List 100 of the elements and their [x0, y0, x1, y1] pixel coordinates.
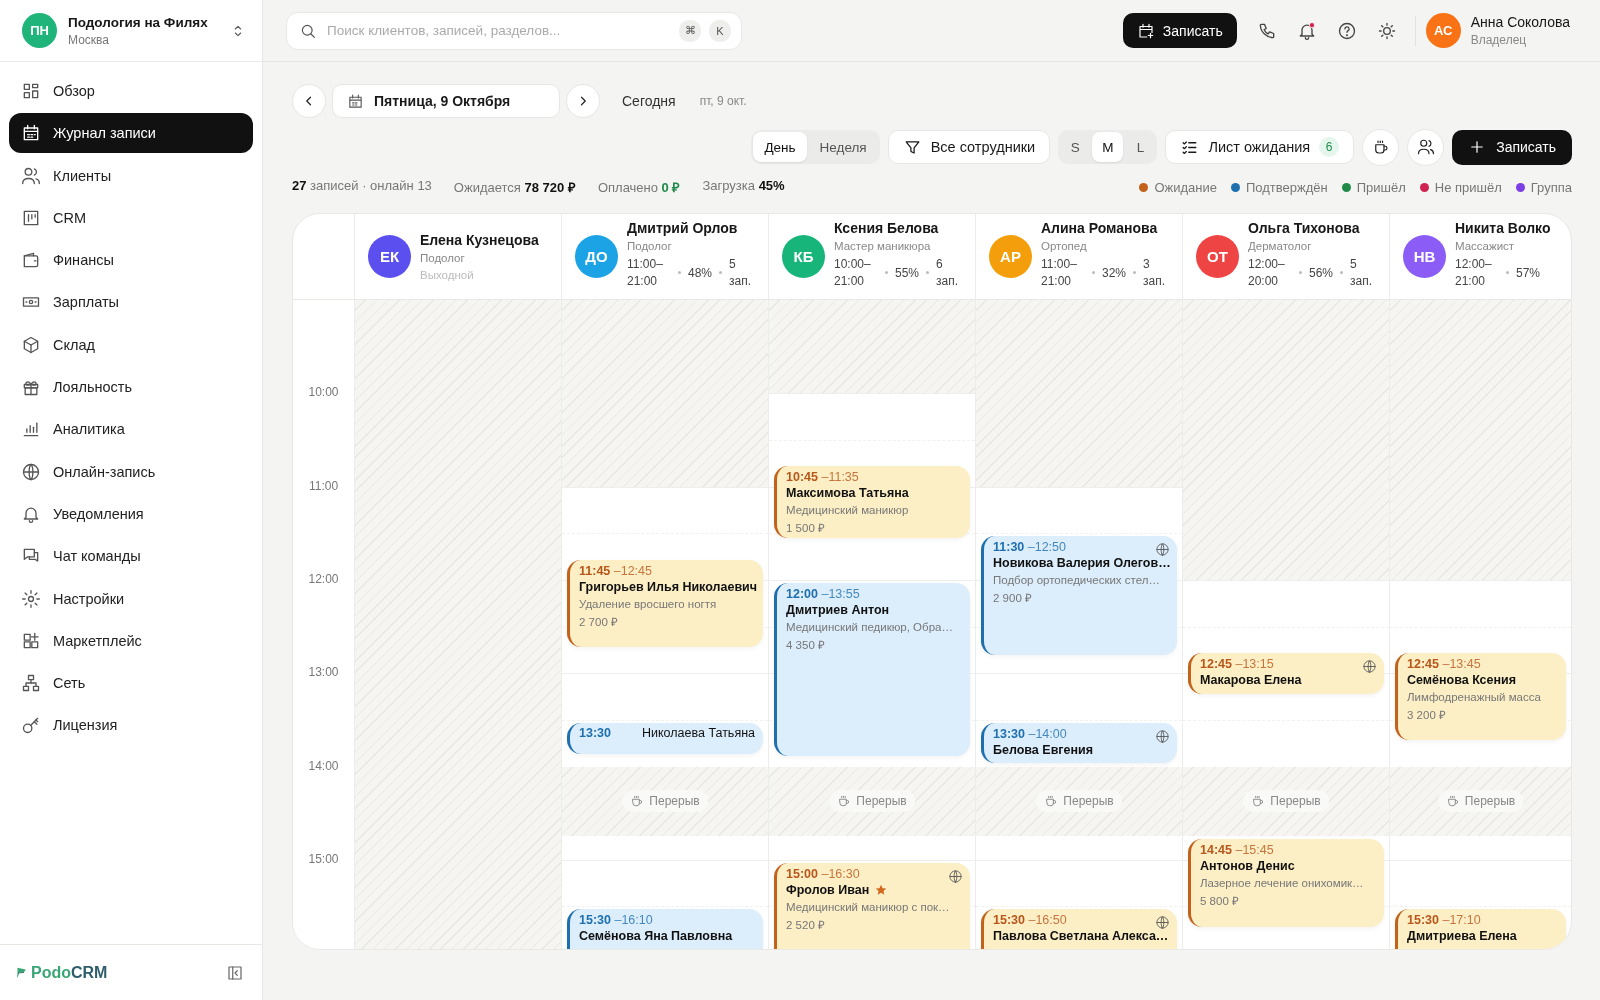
client-name: Новикова Валерия Олегов… — [993, 556, 1171, 571]
today-button[interactable]: Сегодня — [616, 92, 682, 110]
logo-text: PodoCRM — [31, 963, 108, 982]
sidebar-label: Сеть — [53, 675, 86, 692]
sidebar-item[interactable]: Чат команды — [9, 536, 253, 577]
staff-filter-button[interactable]: Все сотрудники — [887, 130, 1051, 164]
client-name: Максимова Татьяна — [786, 486, 909, 501]
staff-avatar: ЕК — [368, 235, 411, 278]
sidebar-item[interactable]: Уведомления — [9, 493, 253, 534]
book-button[interactable]: Записать — [1122, 13, 1237, 48]
sidebar-item[interactable]: Настройки — [9, 578, 253, 619]
calendar-icon — [347, 92, 364, 110]
sidebar-item[interactable]: Маркетплейс — [9, 620, 253, 661]
appointment-time: 15:30 –16:10 — [579, 913, 654, 928]
appointment-card[interactable]: 13:30 –14:00 Белова Евгения — [981, 722, 1177, 764]
search-field[interactable]: Поиск клиентов, записей, разделов... ⌘ K — [286, 11, 742, 50]
appointment-time: 12:45 –13:45 — [1407, 656, 1482, 671]
appointment-card[interactable]: 15:30 –16:10 Семёнова Яна Павловна — [567, 909, 763, 949]
appointment-card[interactable]: 12:00 –13:55 Дмитриев Антон Медицинский педикюр, Обра… 4 350 ₽ — [774, 582, 970, 756]
appointment-time: 12:00 –13:55 — [786, 586, 861, 601]
size-tab[interactable]: L — [1125, 132, 1156, 162]
price: 1 500 ₽ — [786, 521, 826, 536]
stat-text: Ожидается 78 720 ₽ — [453, 179, 576, 196]
appointment-card[interactable]: 15:00 –16:30 Фролов Иван Медицинский маникюр с пок… 2 520 ₽ — [774, 862, 970, 949]
legend-label: Пришёл — [1356, 179, 1406, 195]
appointment-time: 15:30 –16:50 — [993, 913, 1068, 928]
appointment-card[interactable]: 11:30 –12:50 Новикова Валерия Олегов… Подбор ортопедических стел… 2 900 ₽ — [981, 536, 1177, 655]
appointment-time: 13:30 — [579, 725, 611, 740]
sidebar-item[interactable]: Аналитика — [9, 409, 253, 450]
view-tab[interactable]: День — [753, 132, 807, 162]
sidebar-label: Лицензия — [53, 717, 118, 734]
sidebar-label: Чат команды — [53, 548, 141, 565]
sidebar-collapse-icon[interactable] — [226, 963, 244, 982]
book-button[interactable]: Записать — [1452, 129, 1572, 165]
stat-text: 27 записей · онлайн 13 — [292, 178, 432, 195]
waiting-list-button[interactable]: Лист ожидания 6 — [1165, 130, 1355, 164]
appointment-card[interactable]: 11:45 –12:45 Григорьев Илья Николаевич Удаление вросшего ногтя 2 700 ₽ — [567, 559, 763, 647]
appointment-time: 14:45 –15:45 — [1200, 843, 1275, 858]
sun-icon[interactable] — [1376, 20, 1397, 41]
appointment-card[interactable]: 15:30 –17:10 Дмитриева Елена — [1395, 909, 1566, 949]
sidebar-item[interactable]: CRM — [9, 197, 253, 238]
sidebar-label: Обзор — [53, 83, 95, 99]
shortcut-key: ⌘ — [679, 19, 701, 42]
working-hours: 10:00–21:00 — [834, 256, 872, 290]
working-hours: 11:00–21:00 — [627, 256, 664, 290]
break-label: Перерыв — [1270, 794, 1321, 809]
sidebar-item[interactable]: Склад — [9, 324, 253, 365]
break-button[interactable] — [1362, 128, 1400, 166]
shortcut-key: K — [709, 19, 731, 42]
sidebar-item[interactable]: Зарплаты — [9, 282, 253, 323]
sidebar-label: Склад — [53, 336, 95, 353]
sidebar-item[interactable]: Онлайн-запись — [9, 451, 253, 492]
price: 4 350 ₽ — [786, 637, 826, 652]
staff-role: Ортопед — [1041, 240, 1088, 252]
sidebar-label: Онлайн-запись — [53, 463, 156, 480]
size-tab[interactable]: M — [1092, 132, 1124, 162]
staff-button[interactable] — [1407, 128, 1445, 166]
user-role: Владелец — [1470, 33, 1528, 47]
sidebar-label: Зарплаты — [53, 294, 119, 311]
appointment-card[interactable]: 12:45 –13:15 Макарова Елена — [1188, 652, 1384, 694]
sidebar-item[interactable]: Финансы — [9, 240, 253, 281]
appointment-card[interactable]: 13:30 Николаева Татьяна — [567, 722, 763, 754]
service-name: Лимфодренажный масса — [1407, 690, 1542, 703]
sidebar-label: Финансы — [53, 252, 114, 269]
break-label: Перерыв — [1464, 794, 1516, 809]
date-picker[interactable]: Пятница, 9 Октября — [332, 84, 560, 118]
sidebar-item[interactable]: Обзор — [9, 71, 253, 111]
view-tab[interactable]: Неделя — [808, 132, 878, 162]
time-label: 10:00 — [307, 385, 340, 400]
help-icon[interactable] — [1336, 20, 1357, 41]
sidebar-item[interactable]: Лицензия — [9, 705, 253, 746]
service-name: Удаление вросшего ногтя — [579, 597, 718, 610]
staff-role: Мастер маникюра — [834, 240, 932, 252]
search-input[interactable]: Поиск клиентов, записей, разделов... — [325, 22, 671, 39]
client-name: Николаева Татьяна — [641, 725, 755, 740]
appointment-card[interactable]: 15:30 –16:50 Павлова Светлана Алекса… — [981, 909, 1177, 949]
staff-role: Массажист — [1455, 240, 1516, 252]
appointment-card[interactable]: 10:45 –11:35 Максимова Татьяна Медицинский маникюр 1 500 ₽ — [774, 466, 970, 538]
day-off-label: Выходной — [420, 269, 475, 281]
coffee-cup-icon — [1445, 794, 1460, 809]
staff-name: Алина Романова — [1041, 220, 1159, 236]
sidebar-item[interactable]: Сеть — [9, 663, 253, 704]
coffee-cup-icon — [1044, 794, 1059, 809]
sidebar-item[interactable]: Клиенты — [9, 155, 253, 196]
price: 2 700 ₽ — [579, 614, 619, 629]
sidebar-item[interactable]: Лояльность — [9, 367, 253, 408]
staff-name: Ксения Белова — [834, 220, 940, 236]
client-name: Макарова Елена — [1200, 672, 1302, 687]
appointment-card[interactable]: 14:45 –15:45 Антонов Денис Лазерное лечение онихомик… 5 800 ₽ — [1188, 839, 1384, 927]
settings-icon — [21, 588, 41, 609]
time-label: 15:00 — [307, 851, 340, 866]
staff-role: Подолог — [420, 252, 466, 264]
staff-avatar: НВ — [1403, 235, 1446, 278]
service-name: Лазерное лечение онихомик… — [1200, 877, 1365, 890]
appointment-card[interactable]: 12:45 –13:45 Семёнова Ксения Лимфодренажный масса 3 200 ₽ — [1395, 652, 1566, 741]
size-tab[interactable]: S — [1060, 132, 1091, 162]
appointment-time: 11:30 –12:50 — [993, 540, 1067, 555]
sidebar-item[interactable]: Журнал записи — [9, 113, 253, 154]
network-icon — [21, 673, 41, 694]
organization-name: Подология на Филях — [68, 14, 209, 30]
